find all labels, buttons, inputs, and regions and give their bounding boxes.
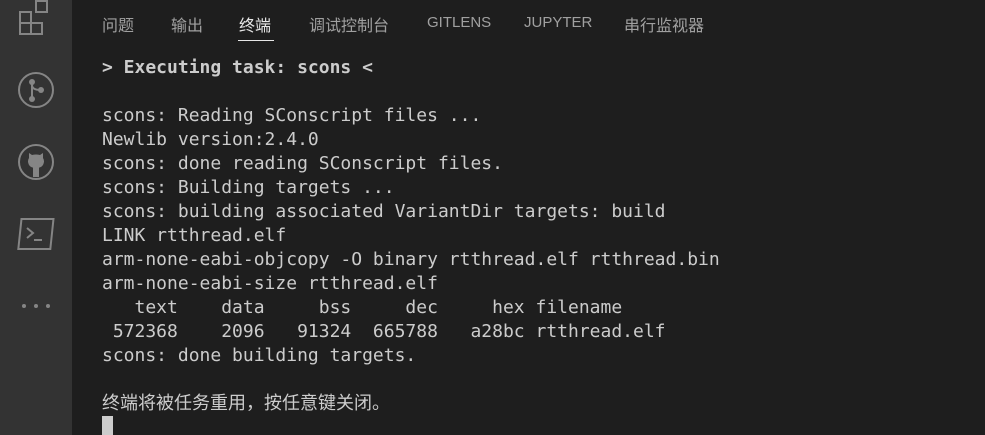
size-table-row: 572368 2096 91324 665788 a28bc rtthread.… [102, 321, 666, 342]
tab-gitlens[interactable]: GITLENS [427, 14, 491, 31]
source-control-icon[interactable] [16, 70, 56, 110]
terminal-line: scons: done building targets. [102, 345, 417, 366]
active-tab-indicator [238, 40, 274, 41]
more-icon[interactable] [16, 286, 56, 326]
terminal-line: scons: building associated VariantDir ta… [102, 201, 666, 222]
terminal-footer-message: 终端将被任务重用，按任意键关闭。 [102, 393, 390, 414]
terminal-line: arm-none-eabi-size rtthread.elf [102, 273, 438, 294]
tab-jupyter[interactable]: JUPYTER [524, 14, 592, 31]
terminal-line: scons: Reading SConscript files ... [102, 105, 482, 126]
task-header: > Executing task: scons < [102, 57, 373, 78]
github-icon[interactable] [16, 142, 56, 182]
terminal-line: LINK rtthread.elf [102, 225, 287, 246]
panel-tabs: 问题 输出 终端 调试控制台 GITLENS JUPYTER 串行监视器 [102, 0, 985, 44]
tab-debug-console[interactable]: 调试控制台 [309, 12, 389, 36]
terminal-line: arm-none-eabi-objcopy -O binary rtthread… [102, 249, 720, 270]
terminal-line: Newlib version:2.4.0 [102, 129, 319, 150]
tab-serial-monitor[interactable]: 串行监视器 [624, 12, 704, 36]
terminal-line: scons: done reading SConscript files. [102, 153, 503, 174]
size-table-header: text data bss dec hex filename [102, 297, 623, 318]
vscode-panel: 问题 输出 终端 调试控制台 GITLENS JUPYTER 串行监视器 > E… [0, 0, 985, 435]
activity-bar [0, 0, 72, 435]
extensions-icon[interactable] [16, 0, 56, 38]
terminal-icon[interactable] [16, 214, 56, 254]
tab-terminal[interactable]: 终端 [239, 12, 271, 36]
terminal-cursor [102, 416, 113, 435]
tab-output[interactable]: 输出 [171, 12, 203, 36]
terminal-line: scons: Building targets ... [102, 177, 395, 198]
tab-problems[interactable]: 问题 [102, 12, 134, 36]
